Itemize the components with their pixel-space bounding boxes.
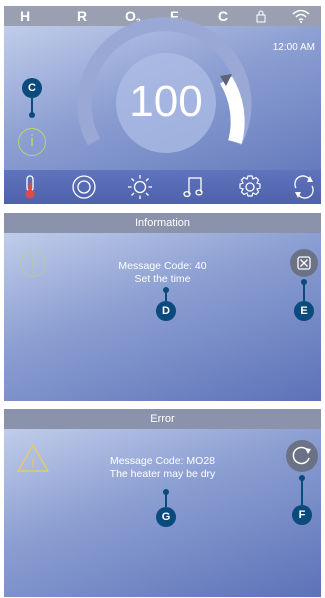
info-icon[interactable]: i [18,128,46,156]
callout-d-line [165,291,167,301]
callout-c-dot [29,112,35,118]
error-dialog: Error ! Message Code: MO28 The heater ma… [4,409,321,597]
callout-g: G [156,507,176,527]
message-code: Message Code: 40 [118,260,207,272]
error-message: Message Code: MO28 The heater may be dry [74,455,251,481]
warning-icon: ! [17,444,49,472]
callout-g-line [165,493,167,507]
info-icon: i [20,251,46,277]
information-dialog: Information i Message Code: 40 Set the t… [4,213,321,401]
bottom-nav [4,170,321,204]
gauge-active-arc [219,76,245,144]
information-message: Message Code: 40 Set the time [74,260,251,286]
callout-d: D [156,301,176,321]
message-text: The heater may be dry [109,468,216,480]
callout-f-line [301,479,303,505]
close-icon [297,256,311,270]
refresh-icon [292,446,311,465]
callout-e-line [303,283,305,301]
dialog-title: Information [4,213,321,233]
thermometer-icon[interactable] [16,174,44,200]
message-code: Message Code: MO28 [109,455,216,467]
dialog-title: Error [4,409,321,429]
retry-button[interactable] [286,440,318,472]
cycle-icon[interactable] [290,174,318,200]
home-screen: H R O3 F1 C 12:00 AM 100 C i [4,6,321,204]
pump-icon[interactable] [70,174,98,200]
callout-c: C [22,78,42,98]
temperature-readout: 100 [129,77,203,126]
warning-glyph: ! [31,455,35,472]
callout-f: F [292,505,312,525]
light-icon[interactable] [126,174,154,200]
music-icon[interactable] [180,174,208,200]
callout-e: E [294,301,314,321]
message-text: Set the time [134,273,191,285]
settings-icon[interactable] [236,174,264,200]
close-button[interactable] [290,249,318,277]
